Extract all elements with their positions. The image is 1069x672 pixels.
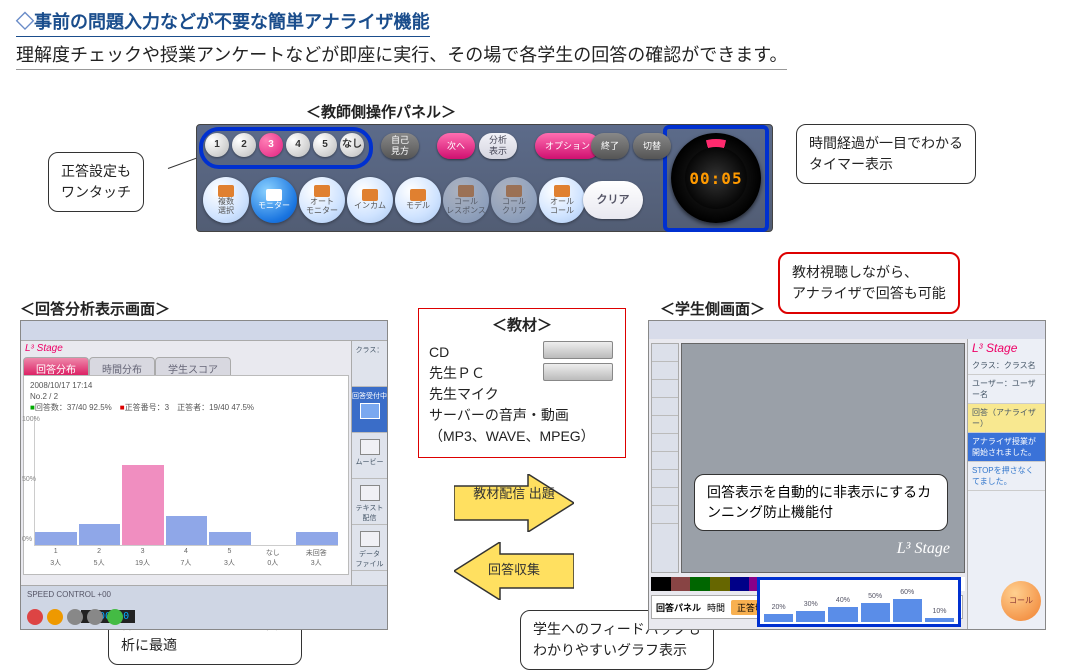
class-label: クラス：クラス名: [968, 357, 1045, 375]
bar-4: [166, 516, 208, 545]
side-movie[interactable]: ムービー: [352, 433, 387, 479]
window-titlebar: [649, 321, 1045, 339]
ctrl-コール レスポンス[interactable]: コールレスポンス: [443, 177, 489, 223]
side-receiving: 回答受付中: [352, 387, 387, 433]
student-canvas: L³ Stage: [681, 343, 965, 573]
feedback-bar-2: 30%: [796, 611, 825, 622]
bar-1: [35, 532, 77, 545]
label-analysis: ＜回答分析表示画面＞: [20, 298, 170, 319]
call-button[interactable]: コール: [1001, 581, 1041, 621]
bar-未回答: [296, 532, 338, 545]
materials-heading: ＜教材＞: [429, 315, 615, 338]
pill-終了[interactable]: 終了: [591, 133, 629, 159]
ctrl-インカム[interactable]: インカム: [347, 177, 393, 223]
stage-logo: L³ Stage: [25, 343, 63, 354]
ctrl-オート モニター[interactable]: オートモニター: [299, 177, 345, 223]
ctrl-コール クリア[interactable]: コールクリア: [491, 177, 537, 223]
ctrl-オール コール[interactable]: オールコール: [539, 177, 585, 223]
analyzer-start-note: アナライザ授業が開始されました。: [968, 433, 1045, 462]
callout-correct-answer: 正答設定も ワンタッチ: [48, 152, 144, 212]
feedback-bar-1: 20%: [764, 614, 793, 622]
answer-num-なし[interactable]: なし: [340, 133, 364, 157]
materials-item: 先生マイク: [429, 384, 615, 405]
tab-student-score[interactable]: 学生スコア: [155, 357, 231, 375]
answer-num-3[interactable]: 3: [259, 133, 283, 157]
ctrl-モデル[interactable]: モデル: [395, 177, 441, 223]
answer-num-2[interactable]: 2: [232, 133, 256, 157]
label-teacher-panel: ＜教師側操作パネル＞: [306, 101, 456, 122]
tool-palette[interactable]: [651, 343, 679, 573]
bar-5: [209, 532, 251, 545]
pill-自己 見方[interactable]: 自己 見方: [381, 133, 419, 159]
window-titlebar: [21, 321, 387, 341]
side-data[interactable]: データ ファイル: [352, 525, 387, 571]
answer-num-1[interactable]: 1: [205, 133, 229, 157]
materials-item: サーバーの音声・動画: [429, 405, 615, 426]
side-class: クラス：: [352, 341, 387, 387]
analysis-bottom: SPEED CONTROL +00 0:00:00: [21, 585, 387, 629]
analysis-body: 2008/10/17 17:14 No.2 / 2 ■回答数：37/40 92.…: [23, 375, 349, 575]
user-label: ユーザー：ユーザー名: [968, 375, 1045, 404]
pill-次へ[interactable]: 次へ: [437, 133, 475, 159]
arrow-collect: 回答収集: [454, 542, 574, 600]
feedback-bar-4: 50%: [861, 603, 890, 622]
ctrl-モニター[interactable]: モニター: [251, 177, 297, 223]
materials-box: ＜教材＞ CD 先生ＰＣ 先生マイク サーバーの音声・動画 （MP3、WAVE、…: [418, 308, 626, 458]
teacher-control-panel: 12345なし 自己 見方次へ分析 表示オプション終了切替 複数選択モニターオー…: [196, 124, 773, 232]
chart-count-labels: 3人5人19人7人3人0人3人: [34, 558, 338, 568]
timer-dial: 00:05: [671, 133, 761, 223]
stage-logo: L³ Stage: [968, 339, 1045, 357]
feedback-bar-未回答: 10%: [925, 618, 954, 622]
page-subtitle: 理解度チェックや授業アンケートなどが即座に実行、その場で各学生の回答の確認ができ…: [16, 41, 787, 70]
analysis-sidebar: クラス： 回答受付中 ムービー テキスト 配信 データ ファイル: [351, 341, 387, 585]
bar-2: [79, 524, 121, 545]
note: STOPを押さなくてました。: [968, 462, 1045, 491]
tab-time-dist[interactable]: 時間分布: [89, 357, 155, 375]
callout-anti-cheat: 回答表示を自動的に非表示にするカンニング防止機能付: [694, 474, 948, 531]
y-tick: 100%: [22, 416, 40, 423]
canvas-logo: L³ Stage: [897, 540, 950, 558]
answer-distribution-chart: [34, 416, 338, 546]
y-tick: 50%: [22, 476, 36, 483]
label-student: ＜学生側画面＞: [660, 298, 765, 319]
answer-num-5[interactable]: 5: [313, 133, 337, 157]
timer-value: 00:05: [671, 169, 761, 188]
analysis-tabs: 回答分布 時間分布 学生スコア: [23, 357, 353, 375]
answer-num-4[interactable]: 4: [286, 133, 310, 157]
side-text[interactable]: テキスト 配信: [352, 479, 387, 525]
ctrl-複数 選択[interactable]: 複数選択: [203, 177, 249, 223]
tab-answer-dist[interactable]: 回答分布: [23, 357, 89, 375]
student-feedback-chart: 20%30%40% 50%60%10%: [757, 577, 961, 627]
y-tick: 0%: [22, 536, 32, 543]
feedback-bar-3: 40%: [828, 607, 857, 622]
feedback-bar-5: 60%: [893, 599, 922, 622]
analyzer-button[interactable]: 回答（アナライザー）: [968, 404, 1045, 433]
page-title: ◇事前の問題入力などが不要な簡単アナライザ機能: [16, 8, 430, 37]
bar-3: [122, 465, 164, 545]
analysis-meta: 2008/10/17 17:14 No.2 / 2 ■回答数：37/40 92.…: [24, 376, 348, 418]
dvd-player-icon: [543, 341, 617, 385]
clear-button[interactable]: クリア: [583, 181, 643, 219]
arrow-deliver: 教材配信 出題: [454, 474, 574, 532]
chart-x-labels: 12345なし未回答: [34, 548, 338, 558]
materials-item: （MP3、WAVE、MPEG）: [429, 426, 615, 447]
pill-分析 表示[interactable]: 分析 表示: [479, 133, 517, 159]
callout-timer: 時間経過が一目でわかる タイマー表示: [796, 124, 976, 184]
analysis-screenshot: L³ Stage 03:02 回答分布 時間分布 学生スコア 2008/10/1…: [20, 320, 388, 630]
callout-materials-watch: 教材視聴しながら、 アナライザで回答も可能: [778, 252, 960, 314]
transport-icons[interactable]: [27, 609, 123, 625]
pill-切替[interactable]: 切替: [633, 133, 671, 159]
